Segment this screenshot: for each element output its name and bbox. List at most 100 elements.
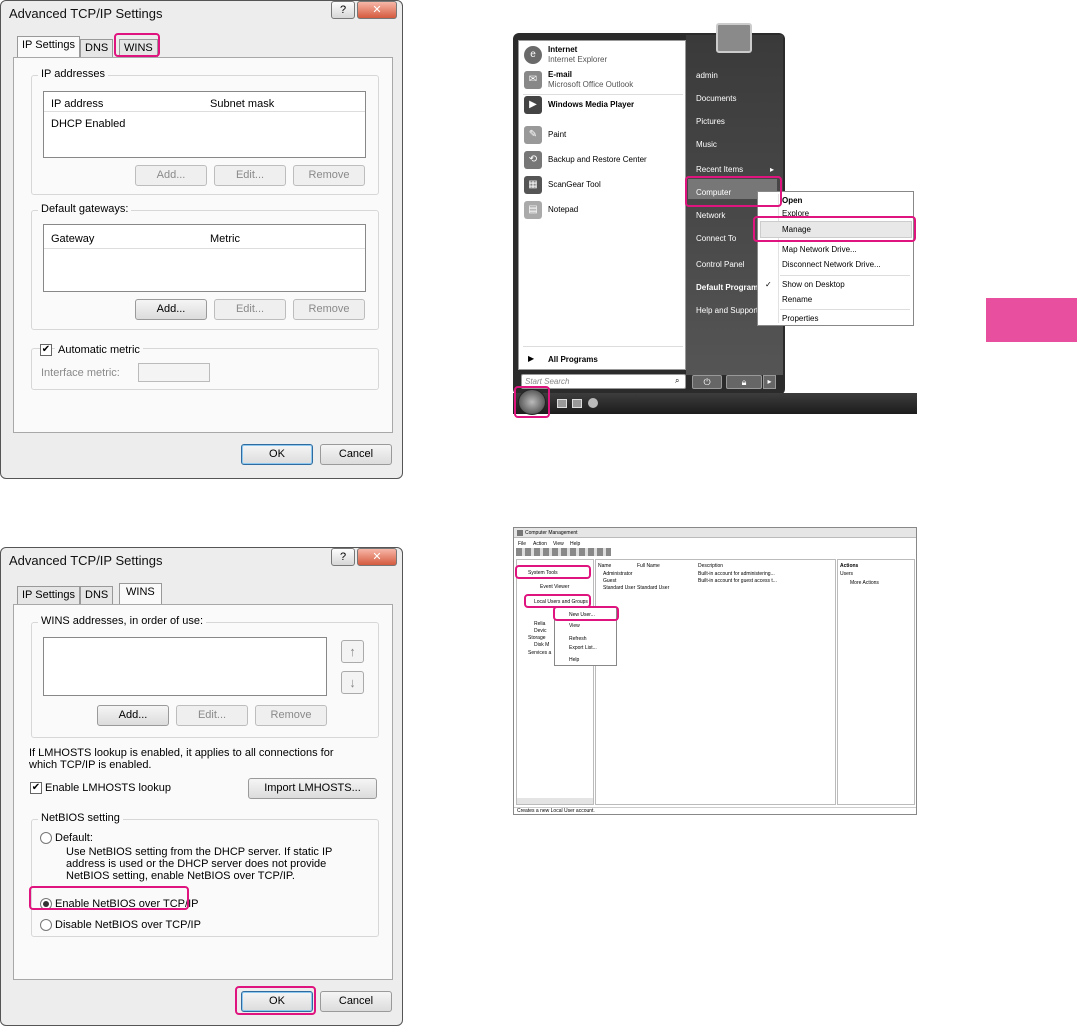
close-button[interactable]: ✕ xyxy=(357,1,397,19)
tree-item[interactable]: Services a xyxy=(528,650,551,656)
place-item[interactable]: Network xyxy=(696,211,725,220)
column-header-name[interactable]: Name xyxy=(598,563,611,569)
scangear-icon: ▦ xyxy=(524,176,542,194)
menu-file[interactable]: File xyxy=(518,541,526,547)
menu-item-properties[interactable]: Properties xyxy=(782,314,818,323)
tab-dns[interactable]: DNS xyxy=(80,39,114,58)
menu-item-rename[interactable]: Rename xyxy=(782,295,812,304)
all-programs-link[interactable]: All Programs xyxy=(548,355,598,364)
actions-more[interactable]: More Actions xyxy=(850,580,879,586)
tab-dns[interactable]: DNS xyxy=(80,586,114,605)
import-lmhosts-button[interactable]: Import LMHOSTS... xyxy=(248,778,377,799)
automatic-metric-checkbox[interactable]: ✔ xyxy=(40,344,52,356)
menu-item-help[interactable]: Help xyxy=(569,657,579,663)
lmhosts-description: If LMHOSTS lookup is enabled, it applies… xyxy=(29,747,334,771)
move-up-button[interactable]: ↑ xyxy=(341,640,364,663)
table-cell[interactable]: Guest xyxy=(603,578,616,584)
add-gateway-button[interactable]: Add... xyxy=(135,299,207,320)
quick-launch-icon[interactable] xyxy=(557,399,567,408)
place-item[interactable]: Pictures xyxy=(696,117,725,126)
program-item[interactable]: Backup and Restore Center xyxy=(548,155,647,164)
column-header-subnet[interactable]: Subnet mask xyxy=(210,98,274,110)
chevron-right-icon: ▶ xyxy=(528,354,535,363)
tree-item[interactable]: Disk M xyxy=(534,642,549,648)
group-label: NetBIOS setting xyxy=(38,812,123,824)
actions-section[interactable]: Users xyxy=(840,571,853,577)
place-item[interactable]: Music xyxy=(696,140,717,149)
tab-ip-settings[interactable]: IP Settings xyxy=(17,586,80,605)
place-item[interactable]: Recent Items xyxy=(696,165,743,174)
highlight-computer xyxy=(685,176,782,207)
menu-item-export[interactable]: Export List... xyxy=(569,645,597,651)
power-button[interactable]: ⏻ xyxy=(692,375,722,389)
tree-item[interactable]: Relia xyxy=(534,621,545,627)
tab-wins[interactable]: WINS xyxy=(119,583,162,605)
pinned-sub: Microsoft Office Outlook xyxy=(548,80,634,89)
column-header-description[interactable]: Description xyxy=(698,563,723,569)
help-button[interactable]: ? xyxy=(331,548,355,566)
default-gateways-group: Default gateways: Gateway Metric Add... … xyxy=(31,203,379,330)
netbios-default-radio[interactable] xyxy=(40,832,52,844)
column-header-gateway[interactable]: Gateway xyxy=(51,233,94,245)
table-cell[interactable]: Administrator xyxy=(603,571,632,577)
edit-wins-button[interactable]: Edit... xyxy=(176,705,248,726)
edit-gateway-button[interactable]: Edit... xyxy=(214,299,286,320)
menu-action[interactable]: Action xyxy=(533,541,547,547)
menu-item-view[interactable]: View xyxy=(569,623,580,629)
program-item[interactable]: Notepad xyxy=(548,205,578,214)
place-item[interactable]: Help and Support xyxy=(696,306,758,315)
remove-wins-button[interactable]: Remove xyxy=(255,705,327,726)
quick-launch-icon[interactable] xyxy=(588,398,598,408)
divider xyxy=(523,346,683,347)
menu-item-show-on-desktop[interactable]: Show on Desktop xyxy=(782,280,845,289)
program-item[interactable]: Paint xyxy=(548,130,566,139)
ip-address-list[interactable]: IP address Subnet mask DHCP Enabled xyxy=(43,91,366,158)
remove-gateway-button[interactable]: Remove xyxy=(293,299,365,320)
place-item[interactable]: Documents xyxy=(696,94,736,103)
lock-button[interactable]: 🔒︎ xyxy=(726,375,762,389)
help-button[interactable]: ? xyxy=(331,1,355,19)
pinned-title[interactable]: E-mail xyxy=(548,70,572,79)
program-item[interactable]: ScanGear Tool xyxy=(548,180,601,189)
move-down-button[interactable]: ↓ xyxy=(341,671,364,694)
menu-help[interactable]: Help xyxy=(570,541,580,547)
cancel-button[interactable]: Cancel xyxy=(320,444,392,465)
tree-scrollbar[interactable] xyxy=(517,798,593,804)
table-cell[interactable]: Standard User xyxy=(603,585,635,591)
column-header-full-name[interactable]: Full Name xyxy=(637,563,660,569)
cancel-button[interactable]: Cancel xyxy=(320,991,392,1012)
actions-pane xyxy=(837,559,915,805)
tree-item[interactable]: Storage xyxy=(528,635,546,641)
place-item[interactable]: admin xyxy=(696,71,718,80)
menu-item-disconnect-drive[interactable]: Disconnect Network Drive... xyxy=(782,260,881,269)
tree-item[interactable]: Event Viewer xyxy=(540,584,569,590)
place-item[interactable]: Default Programs xyxy=(696,283,763,292)
edit-ip-button[interactable]: Edit... xyxy=(214,165,286,186)
menu-item-refresh[interactable]: Refresh xyxy=(569,636,587,642)
place-item[interactable]: Control Panel xyxy=(696,260,744,269)
menu-item-map-drive[interactable]: Map Network Drive... xyxy=(782,245,857,254)
add-wins-button[interactable]: Add... xyxy=(97,705,169,726)
menu-view[interactable]: View xyxy=(553,541,564,547)
gateway-list[interactable]: Gateway Metric xyxy=(43,224,366,292)
tab-ip-settings[interactable]: IP Settings xyxy=(17,36,80,58)
column-header-ip[interactable]: IP address xyxy=(51,98,103,110)
pinned-title[interactable]: Internet xyxy=(548,45,577,54)
place-item[interactable]: Connect To xyxy=(696,234,736,243)
tree-item[interactable]: Devic xyxy=(534,628,547,634)
close-button[interactable]: ✕ xyxy=(357,548,397,566)
enable-lmhosts-checkbox[interactable]: ✔ xyxy=(30,782,42,794)
add-ip-button[interactable]: Add... xyxy=(135,165,207,186)
disable-netbios-radio[interactable] xyxy=(40,919,52,931)
menu-item-open[interactable]: Open xyxy=(782,196,802,205)
list-item[interactable]: DHCP Enabled xyxy=(51,118,125,130)
wins-address-list[interactable] xyxy=(43,637,327,696)
ok-button[interactable]: OK xyxy=(241,444,313,465)
shutdown-options-button[interactable]: ▸ xyxy=(763,375,776,389)
quick-launch-icon[interactable] xyxy=(572,399,582,408)
outlook-icon: ✉ xyxy=(524,71,542,89)
program-item[interactable]: Windows Media Player xyxy=(548,100,634,109)
remove-ip-button[interactable]: Remove xyxy=(293,165,365,186)
interface-metric-field[interactable] xyxy=(138,363,210,382)
column-header-metric[interactable]: Metric xyxy=(210,233,240,245)
